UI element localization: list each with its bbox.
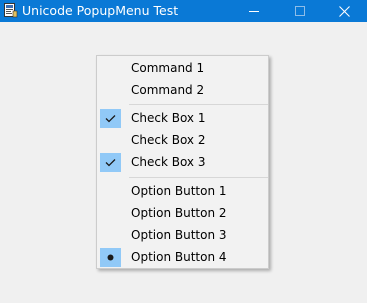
menu-item-option-button-2[interactable]: Option Button 2 [99, 203, 266, 224]
menu-separator [129, 177, 268, 178]
menu-item-option-button-1[interactable]: Option Button 1 [99, 181, 266, 202]
menu-item-label: Option Button 1 [131, 184, 227, 198]
radio-dot-icon [100, 248, 121, 267]
title-bar[interactable]: Unicode PopupMenu Test [0, 0, 367, 22]
minimize-button[interactable] [231, 0, 277, 22]
menu-item-check-box-3[interactable]: Check Box 3 [99, 152, 266, 173]
menu-item-check-box-2[interactable]: Check Box 2 [99, 130, 266, 151]
maximize-icon [295, 6, 305, 16]
menu-item-label: Command 1 [131, 61, 205, 75]
menu-item-label: Check Box 1 [131, 111, 206, 125]
menu-separator [129, 104, 268, 105]
menu-item-check-box-1[interactable]: Check Box 1 [99, 108, 266, 129]
menu-item-option-button-3[interactable]: Option Button 3 [99, 225, 266, 246]
menu-item-command-2[interactable]: Command 2 [99, 80, 266, 101]
close-button[interactable] [321, 0, 367, 22]
menu-item-label: Command 2 [131, 83, 205, 97]
app-icon[interactable] [4, 3, 18, 18]
check-mark-icon [100, 109, 121, 128]
maximize-button[interactable] [277, 0, 323, 22]
menu-item-option-button-4[interactable]: Option Button 4 [99, 247, 266, 268]
menu-item-label: Option Button 4 [131, 250, 227, 264]
window-title: Unicode PopupMenu Test [22, 3, 179, 18]
popup-menu: Command 1 Command 2 Check Box 1 Check Bo… [96, 55, 269, 269]
menu-item-label: Option Button 2 [131, 206, 227, 220]
close-icon [338, 5, 350, 17]
check-mark-icon [100, 153, 121, 172]
menu-item-label: Option Button 3 [131, 228, 227, 242]
menu-item-command-1[interactable]: Command 1 [99, 58, 266, 79]
menu-item-label: Check Box 2 [131, 133, 206, 147]
minimize-icon [249, 11, 259, 12]
menu-item-label: Check Box 3 [131, 155, 206, 169]
